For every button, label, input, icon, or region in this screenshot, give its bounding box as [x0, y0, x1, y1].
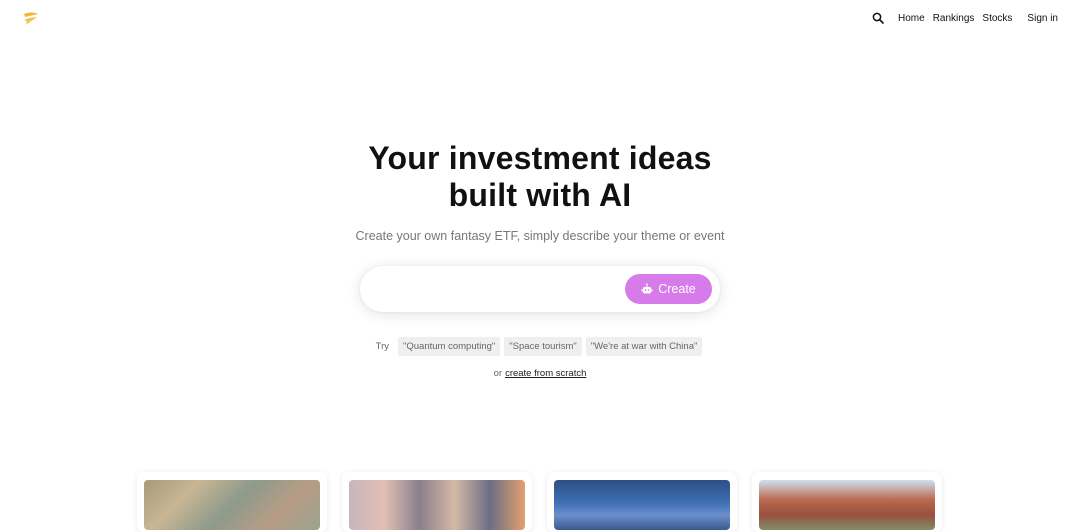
try-label: Try: [375, 341, 389, 352]
sign-in-link[interactable]: Sign in: [1027, 13, 1058, 24]
nav-rankings[interactable]: Rankings: [933, 13, 975, 24]
card-image: [349, 480, 525, 530]
card-image: [759, 480, 935, 530]
hero-subtitle: Create your own fantasy ETF, simply desc…: [355, 229, 725, 243]
hero-title-line1: Your investment ideas: [368, 140, 712, 176]
search-icon[interactable]: [872, 12, 884, 24]
hero-title: Your investment ideas built with AI: [0, 140, 1080, 214]
create-button-label: Create: [658, 282, 696, 296]
etf-card[interactable]: [137, 472, 327, 532]
scratch-prefix: or: [493, 368, 503, 379]
card-image: [144, 480, 320, 530]
suggestion-chip[interactable]: "Space tourism": [504, 337, 582, 356]
logo-icon[interactable]: [22, 11, 40, 27]
card-image: [554, 480, 730, 530]
suggestion-chip[interactable]: "We're at war with China": [585, 337, 703, 356]
hero-title-line2: built with AI: [448, 177, 632, 213]
idea-input[interactable]: [378, 278, 622, 302]
create-button[interactable]: Create: [625, 274, 712, 304]
nav-links: Home Rankings Stocks Sign in: [872, 12, 1058, 24]
idea-search-box: Create: [360, 266, 720, 312]
etf-card[interactable]: [342, 472, 532, 532]
etf-card[interactable]: [547, 472, 737, 532]
top-nav: Home Rankings Stocks Sign in: [0, 0, 1080, 38]
nav-stocks[interactable]: Stocks: [982, 13, 1012, 24]
suggestion-chip[interactable]: "Quantum computing": [398, 337, 501, 356]
scratch-row: or create from scratch: [0, 368, 1080, 379]
robot-icon: [641, 283, 653, 294]
etf-card[interactable]: [752, 472, 942, 532]
nav-home[interactable]: Home: [898, 13, 925, 24]
create-from-scratch-link[interactable]: create from scratch: [505, 368, 586, 379]
suggestion-row: Try "Quantum computing" "Space tourism" …: [0, 337, 1080, 356]
